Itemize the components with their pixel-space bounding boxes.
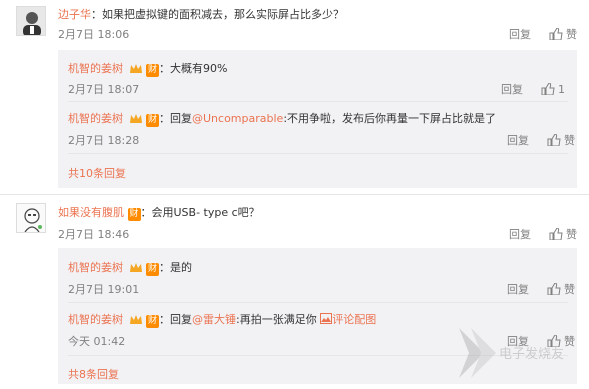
crown-icon: [129, 263, 142, 272]
timestamp: 2月7日 18:06: [58, 28, 130, 41]
section-divider: [0, 194, 589, 195]
wealth-icon: 财: [146, 64, 159, 77]
username-link[interactable]: 边子华: [58, 8, 91, 21]
crown-icon: [129, 315, 142, 324]
verified-badge: [129, 261, 143, 277]
username-link[interactable]: 机智的姜树: [68, 62, 123, 75]
more-replies-link[interactable]: 共10条回复: [68, 165, 126, 181]
like-label: 赞: [564, 134, 575, 147]
avatar[interactable]: [16, 6, 46, 36]
comment-image-label: 评论配图: [332, 313, 377, 326]
mention-link[interactable]: @Uncomparable: [192, 112, 283, 125]
reply-line: 机智的姜树 财：回复@雷大锤:再拍一张满足你 评论配图: [68, 311, 376, 329]
timestamp: 2月7日 18:28: [68, 134, 140, 147]
avatar[interactable]: [16, 203, 46, 233]
thumb-up-icon: [549, 228, 563, 240]
thumb-up-icon: [547, 283, 561, 295]
reply-button[interactable]: 回复: [507, 132, 529, 148]
divider: [68, 101, 568, 102]
like-label: 赞: [564, 283, 575, 296]
username-link[interactable]: 机智的姜树: [68, 313, 123, 326]
reply-button[interactable]: 回复: [509, 226, 531, 242]
reply-button[interactable]: 回复: [501, 81, 523, 97]
reply-prefix: ：回复: [159, 112, 192, 125]
wealth-icon: 财: [127, 208, 141, 221]
timestamp: 2月7日 18:07: [68, 83, 140, 96]
timestamp: 2月7日 18:46: [58, 228, 130, 241]
like-button[interactable]: 赞: [549, 26, 577, 42]
reply-actions: 回复 1: [487, 81, 565, 97]
comment-actions: 回复 赞: [495, 226, 577, 242]
thumb-up-icon: [541, 83, 555, 95]
timestamp: 2月7日 19:01: [68, 283, 140, 296]
divider: [68, 302, 568, 303]
username-link[interactable]: 如果没有腹肌: [58, 206, 124, 219]
mention-link[interactable]: @雷大锤: [192, 313, 236, 326]
reply-line: 机智的姜树 财：大概有90%: [68, 60, 227, 78]
wealth-icon: 财: [146, 263, 159, 276]
crown-icon: [129, 64, 142, 73]
like-label: 赞: [566, 228, 577, 241]
like-count: 1: [558, 83, 565, 96]
like-button[interactable]: 赞: [549, 226, 577, 242]
verified-badge: [129, 112, 143, 128]
wealth-icon: 财: [146, 315, 159, 328]
reply-text: :不用争啦，发布后你再量一下屏占比就是了: [283, 112, 497, 125]
like-label: 赞: [566, 28, 577, 41]
comment-text: ：如果把虚拟键的面积减去，那么实际屏占比多少？: [91, 8, 344, 21]
reply-line: 机智的姜树 财：回复@Uncomparable:不用争啦，发布后你再量一下屏占比…: [68, 110, 496, 128]
verified-badge: [129, 62, 143, 78]
reply-button[interactable]: 回复: [507, 281, 529, 297]
reply-text: ：是的: [159, 261, 192, 274]
reply-text: :再拍一张满足你: [236, 313, 317, 326]
comment-text: ：会用USB- type c吧？: [140, 206, 260, 219]
reply-actions: 回复 赞: [493, 132, 575, 148]
reply-line: 机智的姜树 财：是的: [68, 259, 192, 277]
comment-line: 如果没有腹肌 财：会用USB- type c吧？: [58, 204, 260, 221]
verified-badge: [129, 313, 143, 329]
comment-image-link[interactable]: 评论配图: [320, 313, 376, 326]
watermark-logo: 电子发烧友: [449, 323, 579, 383]
reply-actions: 回复 赞: [493, 281, 575, 297]
reply-button[interactable]: 回复: [509, 26, 531, 42]
wealth-icon: 财: [146, 114, 159, 127]
avatar-image: [17, 204, 45, 232]
thumb-up-icon: [547, 134, 561, 146]
watermark-text: 电子发烧友: [499, 347, 565, 362]
comment-actions: 回复 赞: [495, 26, 577, 42]
thumb-up-icon: [549, 28, 563, 40]
timestamp: 今天 01:42: [68, 335, 126, 348]
avatar-image: [17, 7, 45, 35]
reply-text: ：大概有90%: [159, 62, 228, 75]
username-link[interactable]: 机智的姜树: [68, 261, 123, 274]
divider: [68, 153, 568, 154]
image-icon: [320, 313, 333, 324]
comment-line: 边子华：如果把虚拟键的面积减去，那么实际屏占比多少？: [58, 6, 344, 22]
like-button[interactable]: 1: [541, 83, 565, 96]
username-link[interactable]: 机智的姜树: [68, 112, 123, 125]
like-button[interactable]: 赞: [547, 281, 575, 297]
more-replies-link[interactable]: 共8条回复: [68, 366, 119, 382]
crown-icon: [129, 114, 142, 123]
reply-prefix: ：回复: [159, 313, 192, 326]
like-button[interactable]: 赞: [547, 132, 575, 148]
